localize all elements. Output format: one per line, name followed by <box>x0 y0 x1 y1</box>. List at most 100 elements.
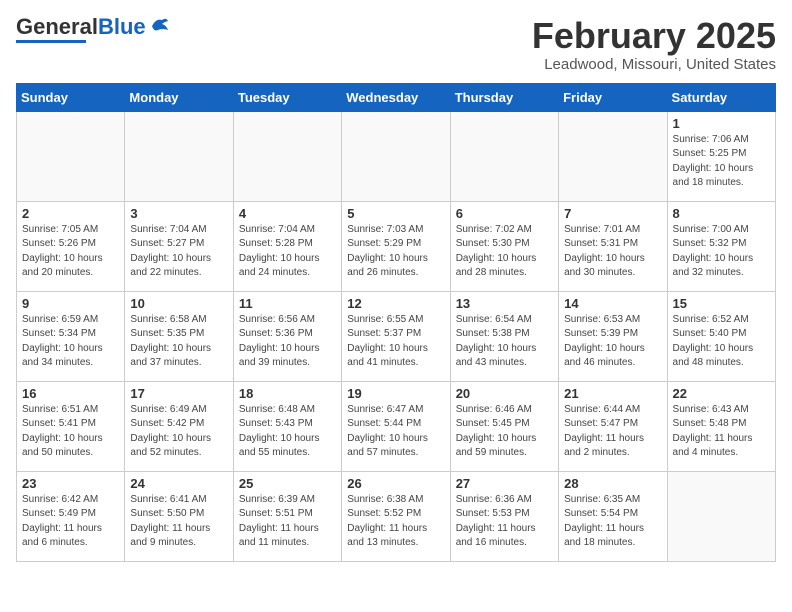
calendar-cell: 10 Sunrise: 6:58 AM Sunset: 5:35 PM Dayli… <box>125 291 233 381</box>
calendar-cell: 4 Sunrise: 7:04 AM Sunset: 5:28 PM Daylig… <box>233 201 341 291</box>
calendar-week-row: 16 Sunrise: 6:51 AM Sunset: 5:41 PM Dayli… <box>17 381 776 471</box>
calendar-cell: 9 Sunrise: 6:59 AM Sunset: 5:34 PM Daylig… <box>17 291 125 381</box>
calendar-cell: 25Sunrise: 6:39 AM Sunset: 5:51 PM Dayli… <box>233 471 341 561</box>
day-number: 7 <box>564 206 661 221</box>
day-info: Sunrise: 7:02 AM Sunset: 5:30 PM Dayligh… <box>456 223 553 281</box>
calendar-day-header: Friday <box>559 83 667 111</box>
day-number: 16 <box>22 386 119 401</box>
day-info: Sunrise: 6:47 AM Sunset: 5:44 PM Dayligh… <box>347 403 444 461</box>
day-info: Sunrise: 6:56 AM Sunset: 5:36 PM Dayligh… <box>239 313 336 371</box>
day-number: 26 <box>347 476 444 491</box>
day-info: Sunrise: 6:52 AM Sunset: 5:40 PM Dayligh… <box>673 313 770 371</box>
day-info: Sunrise: 6:46 AM Sunset: 5:45 PM Dayligh… <box>456 403 553 461</box>
day-info: Sunrise: 7:03 AM Sunset: 5:29 PM Dayligh… <box>347 223 444 281</box>
calendar-week-row: 2 Sunrise: 7:05 AM Sunset: 5:26 PM Daylig… <box>17 201 776 291</box>
day-info: Sunrise: 6:55 AM Sunset: 5:37 PM Dayligh… <box>347 313 444 371</box>
calendar-cell: 20 Sunrise: 6:46 AM Sunset: 5:45 PM Dayli… <box>450 381 558 471</box>
day-number: 11 <box>239 296 336 311</box>
day-number: 20 <box>456 386 553 401</box>
calendar-week-row: 23 Sunrise: 6:42 AM Sunset: 5:49 PM Dayli… <box>17 471 776 561</box>
day-number: 27 <box>456 476 553 491</box>
day-number: 25 <box>239 476 336 491</box>
day-number: 14 <box>564 296 661 311</box>
day-number: 8 <box>673 206 770 221</box>
calendar-cell <box>450 111 558 201</box>
day-info: Sunrise: 6:42 AM Sunset: 5:49 PM Dayligh… <box>22 493 119 551</box>
day-info: Sunrise: 6:38 AM Sunset: 5:52 PM Dayligh… <box>347 493 444 551</box>
logo-bird-icon <box>148 16 170 34</box>
day-number: 9 <box>22 296 119 311</box>
calendar-cell <box>342 111 450 201</box>
calendar-day-header: Monday <box>125 83 233 111</box>
day-number: 2 <box>22 206 119 221</box>
day-number: 15 <box>673 296 770 311</box>
logo-general-text: General <box>16 14 98 39</box>
calendar-cell: 8 Sunrise: 7:00 AM Sunset: 5:32 PM Daylig… <box>667 201 775 291</box>
calendar-day-header: Sunday <box>17 83 125 111</box>
calendar-week-row: 1Sunrise: 7:06 AM Sunset: 5:25 PM Daylig… <box>17 111 776 201</box>
day-number: 19 <box>347 386 444 401</box>
day-info: Sunrise: 7:00 AM Sunset: 5:32 PM Dayligh… <box>673 223 770 281</box>
day-info: Sunrise: 6:51 AM Sunset: 5:41 PM Dayligh… <box>22 403 119 461</box>
calendar-cell: 16 Sunrise: 6:51 AM Sunset: 5:41 PM Dayli… <box>17 381 125 471</box>
calendar-cell: 23 Sunrise: 6:42 AM Sunset: 5:49 PM Dayli… <box>17 471 125 561</box>
day-info: Sunrise: 6:36 AM Sunset: 5:53 PM Dayligh… <box>456 493 553 551</box>
day-number: 13 <box>456 296 553 311</box>
day-number: 21 <box>564 386 661 401</box>
calendar-cell <box>233 111 341 201</box>
day-info: Sunrise: 6:48 AM Sunset: 5:43 PM Dayligh… <box>239 403 336 461</box>
day-number: 6 <box>456 206 553 221</box>
day-info: Sunrise: 6:49 AM Sunset: 5:42 PM Dayligh… <box>130 403 227 461</box>
day-info: Sunrise: 6:58 AM Sunset: 5:35 PM Dayligh… <box>130 313 227 371</box>
day-info: Sunrise: 6:59 AM Sunset: 5:34 PM Dayligh… <box>22 313 119 371</box>
logo-blue-text: Blue <box>98 14 146 39</box>
calendar-week-row: 9 Sunrise: 6:59 AM Sunset: 5:34 PM Daylig… <box>17 291 776 381</box>
day-number: 17 <box>130 386 227 401</box>
day-number: 12 <box>347 296 444 311</box>
day-number: 22 <box>673 386 770 401</box>
calendar-cell: 3 Sunrise: 7:04 AM Sunset: 5:27 PM Daylig… <box>125 201 233 291</box>
calendar-cell: 15 Sunrise: 6:52 AM Sunset: 5:40 PM Dayli… <box>667 291 775 381</box>
day-number: 28 <box>564 476 661 491</box>
calendar-cell: 24Sunrise: 6:41 AM Sunset: 5:50 PM Dayli… <box>125 471 233 561</box>
day-number: 4 <box>239 206 336 221</box>
day-info: Sunrise: 7:04 AM Sunset: 5:28 PM Dayligh… <box>239 223 336 281</box>
calendar-cell: 13Sunrise: 6:54 AM Sunset: 5:38 PM Dayli… <box>450 291 558 381</box>
logo: GeneralBlue <box>16 16 170 43</box>
calendar-header-row: SundayMondayTuesdayWednesdayThursdayFrid… <box>17 83 776 111</box>
calendar-cell: 11 Sunrise: 6:56 AM Sunset: 5:36 PM Dayli… <box>233 291 341 381</box>
calendar-cell: 1Sunrise: 7:06 AM Sunset: 5:25 PM Daylig… <box>667 111 775 201</box>
calendar-cell: 17 Sunrise: 6:49 AM Sunset: 5:42 PM Dayli… <box>125 381 233 471</box>
calendar-cell: 26 Sunrise: 6:38 AM Sunset: 5:52 PM Dayli… <box>342 471 450 561</box>
page-header: GeneralBlue February 2025 Leadwood, Miss… <box>16 16 776 73</box>
calendar-cell: 12 Sunrise: 6:55 AM Sunset: 5:37 PM Dayli… <box>342 291 450 381</box>
day-number: 1 <box>673 116 770 131</box>
title-block: February 2025 Leadwood, Missouri, United… <box>532 16 776 73</box>
day-number: 23 <box>22 476 119 491</box>
calendar-cell: 14 Sunrise: 6:53 AM Sunset: 5:39 PM Dayli… <box>559 291 667 381</box>
calendar-day-header: Tuesday <box>233 83 341 111</box>
day-number: 3 <box>130 206 227 221</box>
calendar-cell: 6 Sunrise: 7:02 AM Sunset: 5:30 PM Daylig… <box>450 201 558 291</box>
day-info: Sunrise: 7:04 AM Sunset: 5:27 PM Dayligh… <box>130 223 227 281</box>
calendar-cell <box>667 471 775 561</box>
day-number: 18 <box>239 386 336 401</box>
calendar-table: SundayMondayTuesdayWednesdayThursdayFrid… <box>16 83 776 562</box>
calendar-cell: 27 Sunrise: 6:36 AM Sunset: 5:53 PM Dayli… <box>450 471 558 561</box>
day-info: Sunrise: 6:43 AM Sunset: 5:48 PM Dayligh… <box>673 403 770 461</box>
day-info: Sunrise: 7:01 AM Sunset: 5:31 PM Dayligh… <box>564 223 661 281</box>
day-info: Sunrise: 6:53 AM Sunset: 5:39 PM Dayligh… <box>564 313 661 371</box>
month-title: February 2025 <box>532 16 776 56</box>
calendar-cell <box>125 111 233 201</box>
calendar-cell: 2 Sunrise: 7:05 AM Sunset: 5:26 PM Daylig… <box>17 201 125 291</box>
calendar-day-header: Saturday <box>667 83 775 111</box>
calendar-cell: 21Sunrise: 6:44 AM Sunset: 5:47 PM Dayli… <box>559 381 667 471</box>
location-title: Leadwood, Missouri, United States <box>532 56 776 73</box>
day-info: Sunrise: 7:05 AM Sunset: 5:26 PM Dayligh… <box>22 223 119 281</box>
calendar-day-header: Thursday <box>450 83 558 111</box>
calendar-cell: 19 Sunrise: 6:47 AM Sunset: 5:44 PM Dayli… <box>342 381 450 471</box>
day-number: 10 <box>130 296 227 311</box>
day-number: 24 <box>130 476 227 491</box>
calendar-cell <box>17 111 125 201</box>
calendar-cell: 5Sunrise: 7:03 AM Sunset: 5:29 PM Daylig… <box>342 201 450 291</box>
